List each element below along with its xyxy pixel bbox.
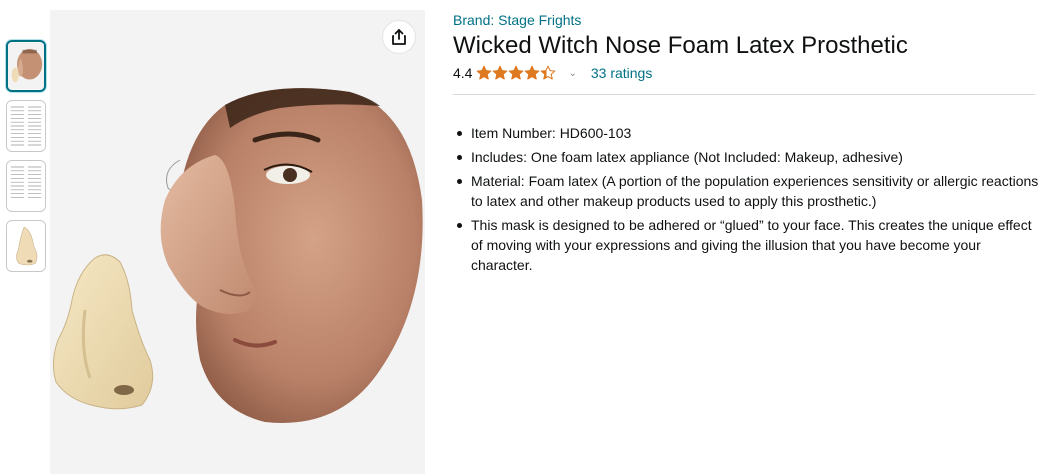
star-icon [477,65,492,80]
product-photo-witch-nose [50,10,425,474]
face-thumbnail-image [8,42,44,90]
thumbnail-face[interactable] [6,40,46,92]
rating-value: 4.4 [453,65,473,81]
rating-row: 4.4 ⌄ 33 ratings [453,62,1043,84]
ratings-count-link[interactable]: 33 ratings [591,65,652,81]
product-details: Brand: Stage Frights Wicked Witch Nose F… [453,11,1043,279]
divider [453,94,1035,95]
instruction-sheet-thumbnail [7,161,45,211]
share-button[interactable] [382,20,416,54]
thumbnail-instructions-2[interactable] [6,160,46,212]
feature-bullet: Includes: One foam latex appliance (Not … [453,147,1043,167]
thumbnail-nose[interactable] [6,220,46,272]
thumbnail-strip [6,40,46,280]
feature-bullet: Item Number: HD600-103 [453,123,1043,143]
star-icon [509,65,524,80]
star-icon [493,65,508,80]
brand-link[interactable]: Brand: Stage Frights [453,11,1043,29]
star-icon [525,65,540,80]
share-icon [392,29,406,45]
star-rating[interactable] [476,65,556,81]
nose-thumbnail-image [7,221,45,271]
product-title: Wicked Witch Nose Foam Latex Prosthetic [453,32,908,59]
chevron-down-icon[interactable]: ⌄ [568,68,576,79]
feature-bullets: Item Number: HD600-103 Includes: One foam… [453,123,1043,275]
feature-bullet: Material: Foam latex (A portion of the p… [453,171,1043,211]
thumbnail-instructions-1[interactable] [6,100,46,152]
star-icon [541,65,556,80]
instruction-sheet-thumbnail [7,101,45,151]
feature-bullet: This mask is designed to be adhered or “… [453,215,1043,275]
main-product-image[interactable] [50,10,425,474]
